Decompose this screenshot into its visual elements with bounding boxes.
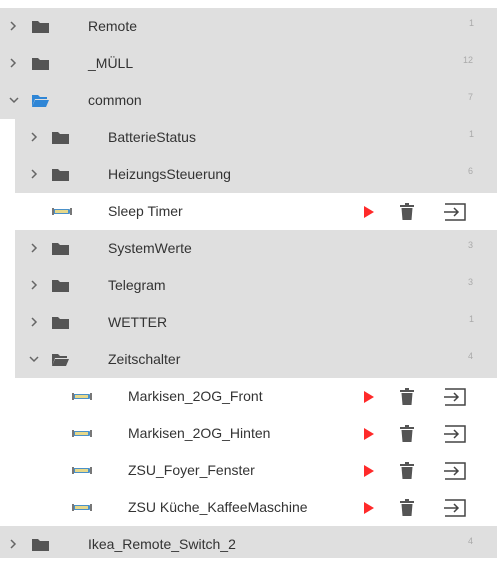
script-label: ZSU Küche_KaffeeMaschine <box>128 499 308 515</box>
tree-indent <box>0 119 15 526</box>
script-tree: Remote 1 _MÜLL 12 common 7 BatterieStatu… <box>0 0 497 558</box>
script-icon <box>72 467 92 474</box>
tree-folder-common[interactable]: common 7 <box>0 82 497 119</box>
folder-open-icon <box>52 354 69 366</box>
trash-icon[interactable] <box>399 201 415 222</box>
tree-folder-telegram[interactable]: Telegram 3 <box>15 267 497 304</box>
item-count: 6 <box>468 166 474 176</box>
folder-icon <box>52 169 69 181</box>
export-icon[interactable] <box>443 423 467 444</box>
script-icon <box>72 504 92 511</box>
folder-label: SystemWerte <box>108 240 192 256</box>
trash-icon[interactable] <box>399 386 415 407</box>
script-label: ZSU_Foyer_Fenster <box>128 462 255 478</box>
item-count: 1 <box>469 129 475 139</box>
script-label: Sleep Timer <box>108 203 183 219</box>
trash-icon[interactable] <box>399 460 415 481</box>
export-icon[interactable] <box>443 201 467 222</box>
script-label: Markisen_2OG_Front <box>128 388 263 404</box>
trash-icon[interactable] <box>399 497 415 518</box>
chevron-right-icon[interactable] <box>9 8 23 45</box>
chevron-right-icon[interactable] <box>9 45 23 82</box>
folder-label: Remote <box>88 18 138 34</box>
item-count: 4 <box>468 351 474 361</box>
export-icon[interactable] <box>443 497 467 518</box>
folder-icon <box>32 539 49 551</box>
folder-label: Zeitschalter <box>108 351 181 367</box>
item-count: 4 <box>468 536 474 546</box>
trash-icon[interactable] <box>399 423 415 444</box>
tree-folder-systemwerte[interactable]: SystemWerte 3 <box>15 230 497 267</box>
tree-folder-batteriestatus[interactable]: BatterieStatus 1 <box>15 119 497 156</box>
chevron-right-icon[interactable] <box>9 526 23 563</box>
tree-folder-wetter[interactable]: WETTER 1 <box>15 304 497 341</box>
item-count: 12 <box>463 55 474 65</box>
chevron-right-icon[interactable] <box>30 267 44 304</box>
tree-folder-remote[interactable]: Remote 1 <box>0 8 497 45</box>
folder-label: Ikea_Remote_Switch_2 <box>88 536 236 552</box>
play-icon[interactable] <box>362 460 376 481</box>
tree-script-markisen-front[interactable]: Markisen_2OG_Front <box>35 378 497 415</box>
play-icon[interactable] <box>362 423 376 444</box>
script-icon <box>72 393 92 400</box>
tree-script-zsu-foyer-fenster[interactable]: ZSU_Foyer_Fenster <box>35 452 497 489</box>
folder-icon <box>52 132 69 144</box>
script-icon <box>72 430 92 437</box>
folder-label: _MÜLL <box>88 55 134 71</box>
folder-open-icon <box>32 95 49 107</box>
chevron-right-icon[interactable] <box>30 230 44 267</box>
folder-label: common <box>88 92 142 108</box>
chevron-down-icon[interactable] <box>8 82 22 119</box>
chevron-right-icon[interactable] <box>30 156 44 193</box>
export-icon[interactable] <box>443 460 467 481</box>
folder-icon <box>52 243 69 255</box>
tree-script-zsu-kueche-kaffeemaschine[interactable]: ZSU Küche_KaffeeMaschine <box>35 489 497 526</box>
folder-icon <box>32 21 49 33</box>
chevron-down-icon[interactable] <box>28 341 42 378</box>
play-icon[interactable] <box>362 386 376 407</box>
item-count: 3 <box>468 277 474 287</box>
item-count: 3 <box>468 240 474 250</box>
play-icon[interactable] <box>362 201 376 222</box>
chevron-right-icon[interactable] <box>30 304 44 341</box>
item-count: 1 <box>469 314 475 324</box>
play-icon[interactable] <box>362 497 376 518</box>
script-icon <box>52 208 72 215</box>
tree-folder-zeitschalter[interactable]: Zeitschalter 4 <box>15 341 497 378</box>
script-label: Markisen_2OG_Hinten <box>128 425 271 441</box>
folder-icon <box>52 317 69 329</box>
folder-label: HeizungsSteuerung <box>108 166 231 182</box>
tree-script-sleep-timer[interactable]: Sleep Timer <box>15 193 497 230</box>
folder-label: BatterieStatus <box>108 129 196 145</box>
chevron-right-icon[interactable] <box>30 119 44 156</box>
tree-script-markisen-hinten[interactable]: Markisen_2OG_Hinten <box>35 415 497 452</box>
tree-folder-muell[interactable]: _MÜLL 12 <box>0 45 497 82</box>
folder-icon <box>52 280 69 292</box>
export-icon[interactable] <box>443 386 467 407</box>
item-count: 1 <box>469 18 475 28</box>
tree-folder-heizungssteuerung[interactable]: HeizungsSteuerung 6 <box>15 156 497 193</box>
folder-label: Telegram <box>108 277 166 293</box>
folder-icon <box>32 58 49 70</box>
folder-label: WETTER <box>108 314 168 330</box>
item-count: 7 <box>468 92 474 102</box>
tree-folder-ikea-remote-switch-2[interactable]: Ikea_Remote_Switch_2 4 <box>0 526 497 558</box>
